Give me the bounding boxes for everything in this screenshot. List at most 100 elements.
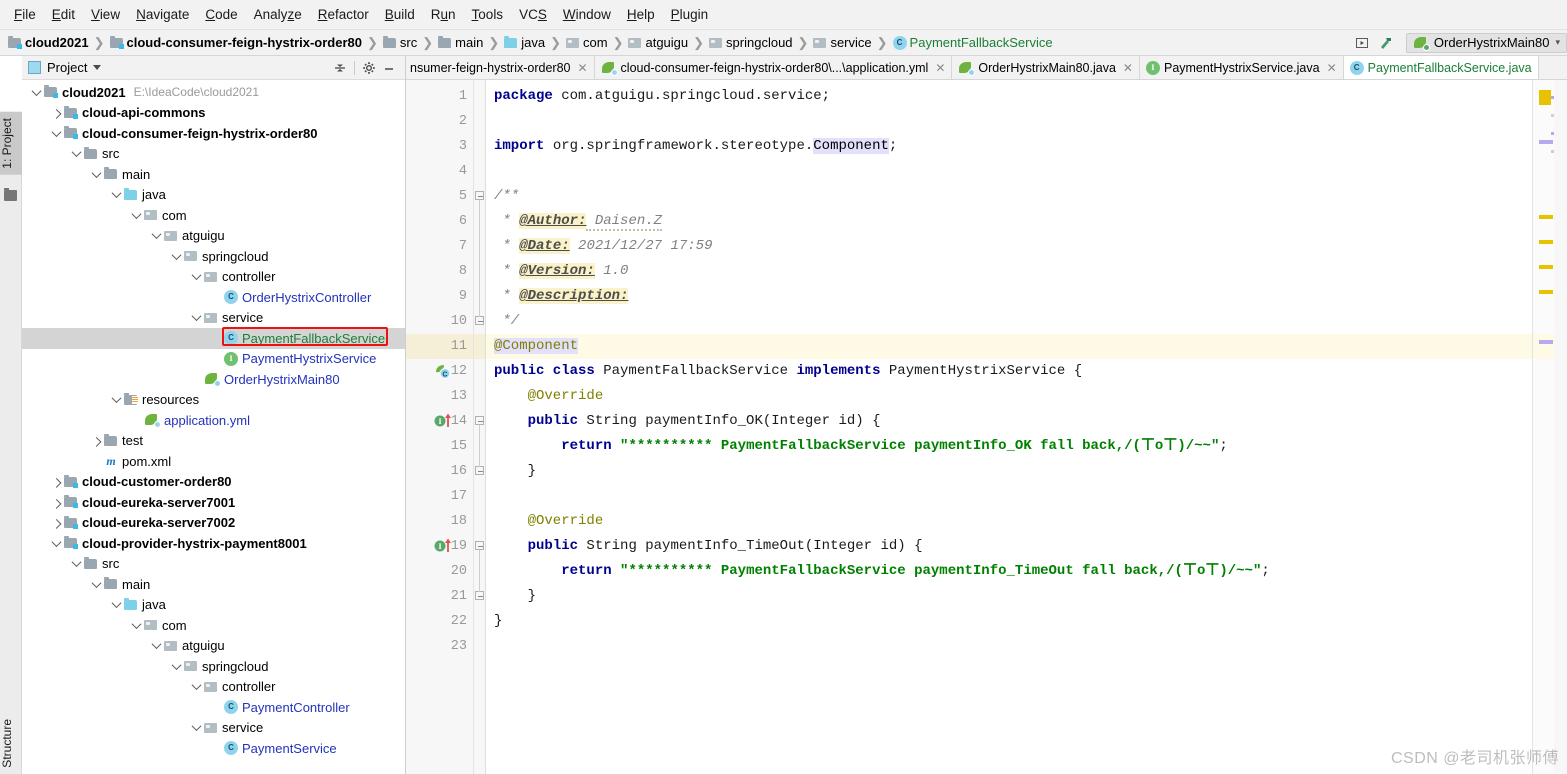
chevron-right-icon[interactable]: [48, 494, 64, 510]
build-hammer-icon[interactable]: [1376, 33, 1396, 53]
tree-item-com[interactable]: com: [22, 205, 405, 226]
tree-item-atguigu[interactable]: atguigu: [22, 636, 405, 657]
error-stripe-marker[interactable]: [1539, 240, 1553, 244]
tree-item-test[interactable]: test: [22, 431, 405, 452]
chevron-down-icon[interactable]: [128, 207, 144, 223]
fold-collapse-icon[interactable]: [475, 541, 485, 551]
editor-tab-cloud-consumer-feign-hystrix-order80-app[interactable]: cloud-consumer-feign-hystrix-order80\...…: [594, 56, 953, 79]
tree-item-com[interactable]: com: [22, 615, 405, 636]
error-stripe-marker[interactable]: [1539, 215, 1553, 219]
menu-item-file[interactable]: File: [6, 4, 44, 25]
chevron-down-icon[interactable]: [188, 310, 204, 326]
chevron-right-icon[interactable]: [48, 474, 64, 490]
minimize-icon[interactable]: [379, 59, 399, 77]
collapse-all-icon[interactable]: [330, 59, 350, 77]
project-tree[interactable]: cloud2021 E:\IdeaCode\cloud2021 cloud-api-…: [22, 80, 405, 774]
chevron-down-icon[interactable]: [68, 556, 84, 572]
tree-item-cloud-consumer-feign-hystrix-order80[interactable]: cloud-consumer-feign-hystrix-order80: [22, 123, 405, 144]
editor-tab-paymentfallbackservice-java[interactable]: C PaymentFallbackService.java: [1343, 56, 1539, 79]
chevron-down-icon[interactable]: [88, 576, 104, 592]
menu-item-edit[interactable]: Edit: [44, 4, 83, 25]
chevron-down-icon[interactable]: [108, 597, 124, 613]
chevron-down-icon[interactable]: [68, 146, 84, 162]
tree-item-main[interactable]: main: [22, 164, 405, 185]
editor-tab-orderhystrixmain80-java[interactable]: OrderHystrixMain80.java ✕: [952, 56, 1140, 79]
tree-item-paymenthystrixservice[interactable]: I PaymentHystrixService: [22, 349, 405, 370]
fold-expand-icon[interactable]: [475, 316, 485, 326]
tree-item-springcloud[interactable]: springcloud: [22, 656, 405, 677]
chevron-right-icon[interactable]: [48, 515, 64, 531]
menu-item-plugin[interactable]: Plugin: [663, 4, 717, 25]
menu-item-view[interactable]: View: [83, 4, 128, 25]
error-stripe-marker[interactable]: [1539, 140, 1553, 144]
menu-item-analyze[interactable]: Analyze: [246, 4, 310, 25]
close-icon[interactable]: ✕: [577, 61, 587, 75]
chevron-down-icon[interactable]: [148, 228, 164, 244]
fold-collapse-icon[interactable]: [475, 416, 485, 426]
chevron-down-icon[interactable]: [108, 392, 124, 408]
error-stripe-marker-pane[interactable]: [1532, 80, 1554, 774]
menu-item-refactor[interactable]: Refactor: [310, 4, 377, 25]
breadcrumb-item-service[interactable]: service: [811, 34, 873, 51]
breadcrumb-item-main[interactable]: main: [436, 34, 485, 51]
breadcrumb-item-cloud-consumer-feign-hystrix-order80[interactable]: cloud-consumer-feign-hystrix-order80: [108, 34, 365, 51]
tree-item-cloud-api-commons[interactable]: cloud-api-commons: [22, 103, 405, 124]
menu-item-run[interactable]: Run: [423, 4, 464, 25]
chevron-down-icon[interactable]: [128, 617, 144, 633]
run-configuration-selector[interactable]: OrderHystrixMain80 ▾: [1405, 32, 1567, 53]
chevron-down-icon[interactable]: [28, 84, 44, 100]
breadcrumb-item-java[interactable]: java: [502, 34, 547, 51]
code-folding-column[interactable]: [474, 80, 486, 774]
breadcrumb-item-springcloud[interactable]: springcloud: [707, 34, 795, 51]
editor-gutter[interactable]: 1 2 3 4 5 6 7 8 9 10 11 12 C 13 14 I 15 16 17 18 19 I 20 21 22 23: [406, 80, 474, 774]
chevron-down-icon[interactable]: [188, 720, 204, 736]
menu-item-navigate[interactable]: Navigate: [128, 4, 197, 25]
chevron-right-icon[interactable]: [48, 105, 64, 121]
code-text[interactable]: package com.atguigu.springcloud.service;…: [486, 80, 1532, 774]
tree-item-orderhystrixmain80[interactable]: OrderHystrixMain80: [22, 369, 405, 390]
gear-icon[interactable]: [359, 59, 379, 77]
tree-item-resources[interactable]: resources: [22, 390, 405, 411]
tree-item-src[interactable]: src: [22, 144, 405, 165]
fold-collapse-icon[interactable]: [475, 191, 485, 201]
close-icon[interactable]: ✕: [1327, 61, 1337, 75]
fold-expand-icon[interactable]: [475, 591, 485, 601]
editor-tab-nsumer-feign-hystrix-order80[interactable]: nsumer-feign-hystrix-order80 ✕: [406, 56, 595, 79]
tree-item-cloud-provider-hystrix-payment8001[interactable]: cloud-provider-hystrix-payment8001: [22, 533, 405, 554]
breadcrumb-item-paymentfallbackservice[interactable]: C PaymentFallbackService: [891, 34, 1055, 51]
chevron-down-icon[interactable]: [188, 269, 204, 285]
close-icon[interactable]: ✕: [935, 61, 945, 75]
select-run-target-icon[interactable]: [1352, 33, 1372, 53]
tree-item-controller[interactable]: controller: [22, 267, 405, 288]
chevron-down-icon[interactable]: [168, 658, 184, 674]
tree-item-main[interactable]: main: [22, 574, 405, 595]
tree-item-orderhystrixcontroller[interactable]: C OrderHystrixController: [22, 287, 405, 308]
error-stripe-marker[interactable]: [1539, 290, 1553, 294]
tree-item-cloud2021[interactable]: cloud2021 E:\IdeaCode\cloud2021: [22, 82, 405, 103]
breadcrumb-item-atguigu[interactable]: atguigu: [626, 34, 690, 51]
tree-item-springcloud[interactable]: springcloud: [22, 246, 405, 267]
chevron-right-icon[interactable]: [88, 433, 104, 449]
fold-expand-icon[interactable]: [475, 466, 485, 476]
tree-item-cloud-eureka-server7001[interactable]: cloud-eureka-server7001: [22, 492, 405, 513]
tree-item-java[interactable]: java: [22, 595, 405, 616]
chevron-down-icon[interactable]: [48, 125, 64, 141]
implementing-method-icon[interactable]: I: [434, 412, 452, 430]
chevron-down-icon[interactable]: [188, 679, 204, 695]
tree-item-paymentfallbackservice[interactable]: C PaymentFallbackService: [22, 328, 405, 349]
error-stripe-marker[interactable]: [1539, 90, 1551, 105]
editor-vertical-scrollbar[interactable]: [1554, 80, 1567, 774]
tree-item-java[interactable]: java: [22, 185, 405, 206]
tree-item-atguigu[interactable]: atguigu: [22, 226, 405, 247]
breadcrumb-item-cloud2021[interactable]: cloud2021: [6, 34, 91, 51]
tree-item-service[interactable]: service: [22, 308, 405, 329]
menu-item-build[interactable]: Build: [377, 4, 423, 25]
implementing-method-icon[interactable]: I: [434, 537, 452, 555]
tree-item-paymentservice[interactable]: C PaymentService: [22, 738, 405, 759]
tree-item-application-yml[interactable]: application.yml: [22, 410, 405, 431]
menu-item-code[interactable]: Code: [197, 4, 245, 25]
close-icon[interactable]: ✕: [1123, 61, 1133, 75]
menu-item-window[interactable]: Window: [555, 4, 619, 25]
error-stripe-marker[interactable]: [1539, 340, 1553, 344]
menu-item-help[interactable]: Help: [619, 4, 663, 25]
